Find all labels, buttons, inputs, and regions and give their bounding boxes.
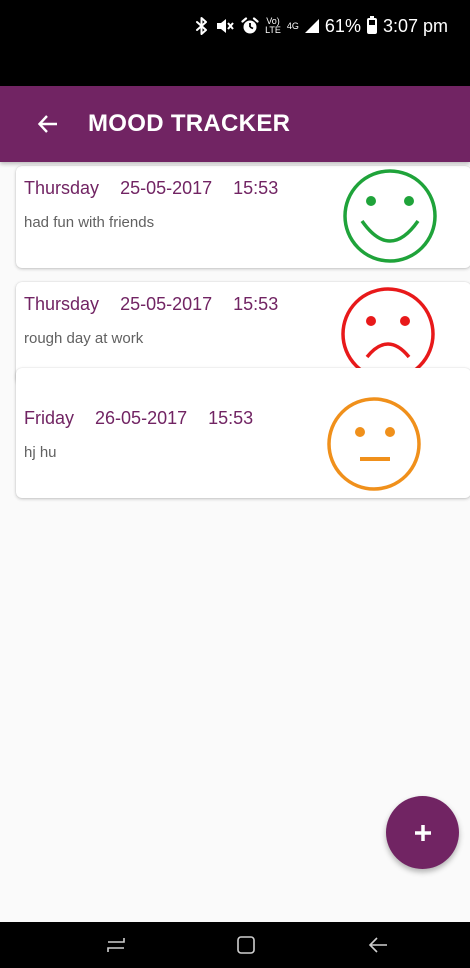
- back-icon: [368, 937, 387, 953]
- entry-note: had fun with friends: [24, 214, 155, 231]
- page-title: MOOD TRACKER: [88, 110, 291, 137]
- entry-date: 25-05-2017: [120, 178, 213, 198]
- status-icons: Vo) LTE 4G 61% 3:07 pm: [195, 14, 448, 38]
- back-button[interactable]: [348, 922, 408, 968]
- navigation-bar: [0, 922, 470, 968]
- entry-header: Friday 26-05-2017 15:53: [24, 408, 269, 429]
- battery-icon: [366, 16, 377, 34]
- entry-day: Thursday: [24, 178, 100, 198]
- entry-time: 15:53: [233, 294, 279, 314]
- add-entry-button[interactable]: [386, 796, 459, 869]
- status-bar: Vo) LTE 4G 61% 3:07 pm: [0, 0, 470, 86]
- clock: 3:07 pm: [382, 16, 448, 36]
- volte-indicator: Vo) LTE: [265, 16, 281, 35]
- back-arrow-icon[interactable]: [34, 110, 62, 138]
- alarm-icon: [241, 17, 259, 35]
- signal-icon: [304, 19, 319, 33]
- entry-time: 15:53: [233, 178, 279, 198]
- entry-day: Thursday: [24, 294, 100, 314]
- entry-time: 15:53: [208, 408, 254, 428]
- happy-face-icon: [343, 169, 437, 263]
- mood-entry-card[interactable]: Thursday 25-05-2017 15:53 had fun with f…: [16, 166, 470, 268]
- mood-entry-card[interactable]: Friday 26-05-2017 15:53 hj hu: [16, 368, 470, 498]
- recent-apps-button[interactable]: [86, 922, 146, 968]
- neutral-face-icon: [327, 397, 421, 491]
- entry-day: Friday: [24, 408, 75, 428]
- network-type: 4G: [286, 20, 299, 31]
- bluetooth-icon: [195, 17, 209, 35]
- entry-note: rough day at work: [24, 330, 144, 347]
- app-bar: MOOD TRACKER: [0, 86, 470, 162]
- recent-apps-icon: [107, 938, 125, 952]
- entry-note: hj hu: [24, 444, 57, 461]
- battery-percent: 61%: [324, 16, 361, 36]
- mute-icon: [215, 17, 235, 35]
- home-icon: [237, 936, 255, 954]
- plus-icon: [414, 824, 431, 841]
- entry-date: 25-05-2017: [120, 294, 213, 314]
- entry-header: Thursday 25-05-2017 15:53: [24, 294, 294, 315]
- entry-header: Thursday 25-05-2017 15:53: [24, 178, 294, 199]
- entry-date: 26-05-2017: [95, 408, 188, 428]
- home-button[interactable]: [216, 922, 276, 968]
